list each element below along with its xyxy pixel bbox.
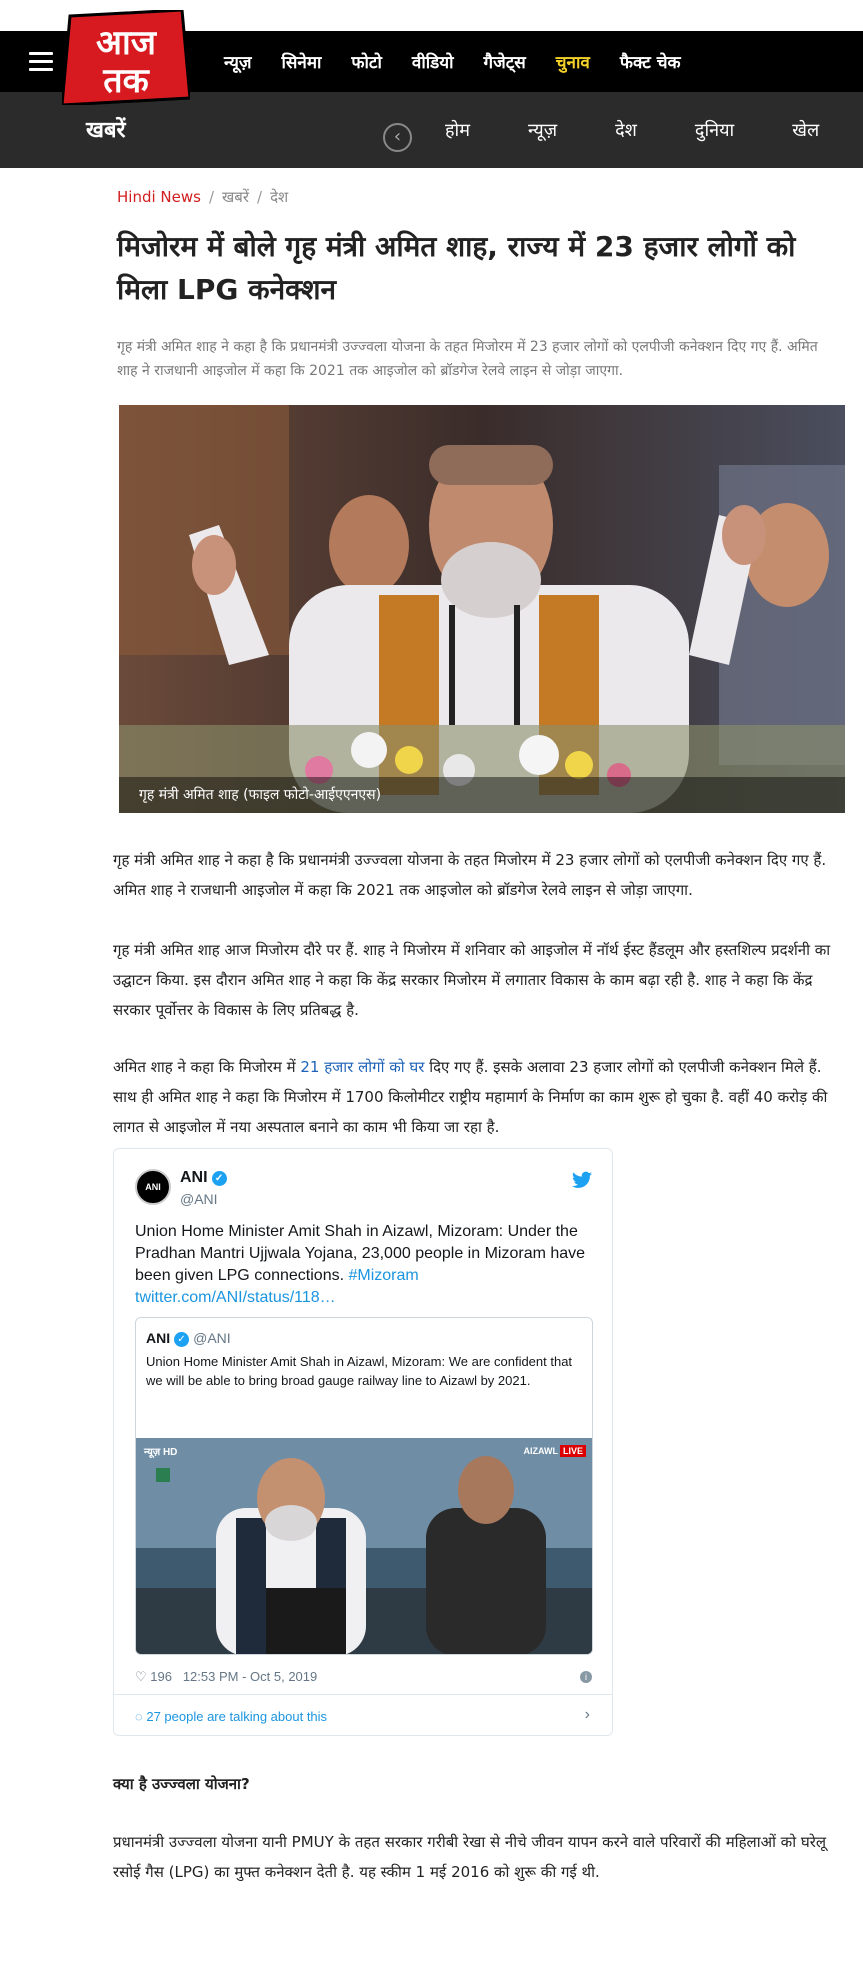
subnav-item-home[interactable]: होम [445,118,470,142]
menu-item-cinema[interactable]: सिनेमा [282,50,322,73]
quoted-tweet-text: Union Home Minister Amit Shah in Aizawl,… [146,1354,573,1388]
breadcrumb-current[interactable]: देश [270,188,288,206]
section-title[interactable]: खबरें [86,114,126,144]
subnav-item-sports[interactable]: खेल [792,118,819,142]
quoted-tweet[interactable]: ANI ✓ @ANI Union Home Minister Amit Shah i… [135,1317,593,1655]
menu-item-gadgets[interactable]: गैजेट्स [484,50,526,73]
video-frame [136,1438,592,1654]
like-count[interactable]: 196 [150,1669,172,1684]
embedded-tweet[interactable]: ANI ANI ✓ @ANI Union Home Minister Amit S… [113,1148,613,1736]
verified-icon: ✓ [211,1171,227,1186]
quoted-author-handle: @ANI [193,1330,231,1346]
comment-icon: ◌ [135,1709,143,1724]
channel-logo: न्यूज़ HD [144,1447,178,1458]
subnav-item-news[interactable]: न्यूज़ [528,118,557,142]
tweet-meta: ♡ 196 12:53 PM - Oct 5, 2019 [135,1669,317,1685]
logo-text-bottom: तक [102,61,150,101]
breadcrumb-section[interactable]: खबरें [222,188,249,206]
chevron-left-icon[interactable]: ‹ [383,123,412,152]
menu-item-elections[interactable]: चुनाव [556,50,590,73]
tweet-author-handle[interactable]: @ANI [180,1191,218,1207]
live-badge: AIZAWL LIVE [523,1445,586,1457]
article-paragraph-2: गृह मंत्री अमित शाह आज मिजोरम दौरे पर है… [113,941,831,1019]
tweet-timestamp[interactable]: 12:53 PM - Oct 5, 2019 [183,1669,317,1684]
paragraph-text: अमित शाह ने कहा कि मिजोरम में [113,1058,301,1076]
subnav-item-world[interactable]: दुनिया [695,118,734,142]
logo-text-top: आज [96,23,158,63]
tweet-divider [114,1694,612,1695]
hero-photo [119,405,845,813]
tweet-avatar[interactable]: ANI [135,1169,171,1205]
live-location: AIZAWL [523,1446,558,1456]
article-headline: मिजोरम में बोले गृह मंत्री अमित शाह, राज… [117,230,796,306]
tweet-author-name-text: ANI [180,1169,208,1186]
quoted-tweet-video[interactable]: न्यूज़ HD AIZAWL LIVE [136,1438,592,1654]
main-menu: न्यूज़ सिनेमा फोटो वीडियो गैजेट्स चुनाव … [224,31,711,92]
section-menu: होम न्यूज़ देश दुनिया खेल [445,92,863,168]
breadcrumb-separator: / [208,188,215,206]
menu-item-video[interactable]: वीडियो [412,50,454,73]
twitter-bird-icon[interactable] [572,1171,592,1189]
article-paragraph-3: अमित शाह ने कहा कि मिजोरम में 21 हजार लो… [113,1052,843,1142]
article-hero-image: गृह मंत्री अमित शाह (फाइल फोटो-आईएएनएस) [119,405,845,813]
tweet-text: Union Home Minister Amit Shah in Aizawl,… [135,1221,595,1309]
menu-item-photo[interactable]: फोटो [351,50,381,73]
breadcrumb-separator: / [257,188,263,206]
tweet-author-name[interactable]: ANI ✓ [180,1169,227,1187]
conversation-count: 27 people are talking about this [146,1709,328,1724]
article-paragraph-1: गृह मंत्री अमित शाह ने कहा है कि प्रधानम… [113,851,827,899]
article-summary: गृह मंत्री अमित शाह ने कहा है कि प्रधानम… [117,339,818,379]
menu-item-fact-check[interactable]: फैक्ट चेक [620,50,681,73]
inline-link-houses[interactable]: 21 हजार लोगों को घर [300,1058,424,1076]
aajtak-logo[interactable]: आज तक [62,10,190,105]
info-icon[interactable]: i [580,1671,592,1683]
tweet-link[interactable]: twitter.com/ANI/status/118… [135,1289,336,1306]
menu-item-news[interactable]: न्यूज़ [224,50,252,73]
chevron-right-icon[interactable]: › [585,1706,590,1724]
subnav-item-country[interactable]: देश [615,118,637,142]
tweet-conversation-link[interactable]: ◌ 27 people are talking about this [135,1709,327,1724]
quoted-author-name: ANI [146,1330,171,1346]
article-paragraph-4: प्रधानमंत्री उज्ज्वला योजना यानी PMUY के… [113,1833,827,1881]
live-tag: LIVE [559,1445,586,1457]
quoted-tweet-header: ANI ✓ @ANI [146,1330,231,1347]
verified-icon: ✓ [174,1332,190,1347]
heart-icon[interactable]: ♡ [135,1669,147,1684]
image-caption: गृह मंत्री अमित शाह (फाइल फोटो-आईएएनएस) [119,777,845,813]
tweet-hashtag[interactable]: #Mizoram [348,1267,418,1284]
menu-icon[interactable] [29,52,53,72]
breadcrumb: Hindi News / खबरें / देश [117,187,288,207]
breadcrumb-home[interactable]: Hindi News [117,188,201,206]
article-subheading: क्या है उज्ज्वला योजना? [113,1775,250,1793]
